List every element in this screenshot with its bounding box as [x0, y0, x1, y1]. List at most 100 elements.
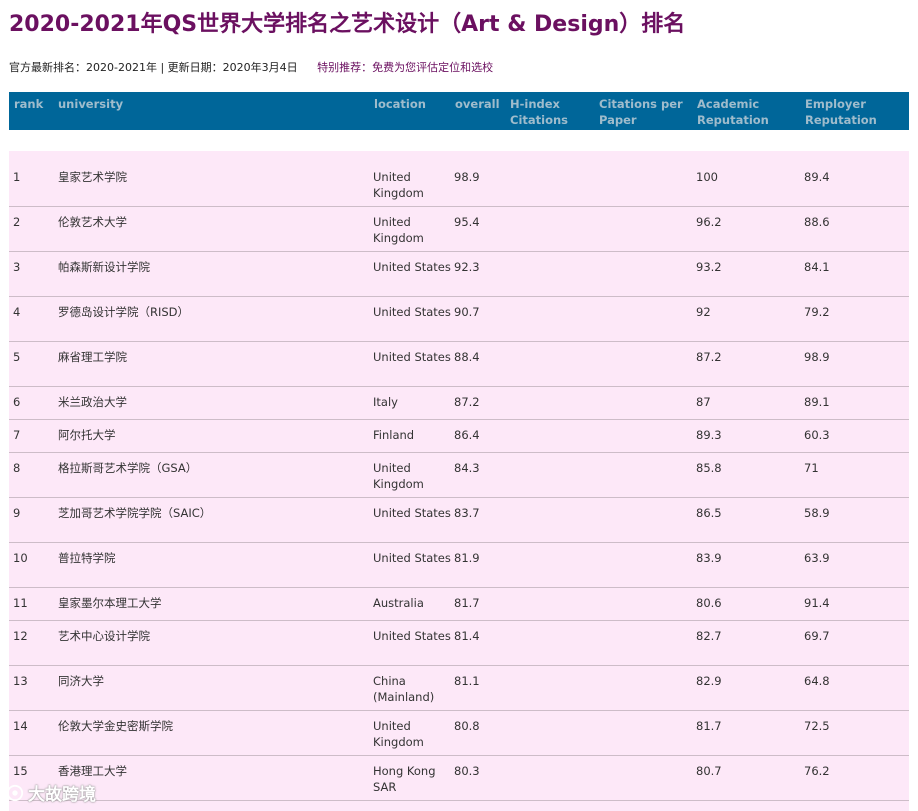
cell-overall: 80.3	[454, 764, 480, 778]
cell-university[interactable]: 芝加哥艺术学院学院（SAIC）	[58, 505, 211, 521]
cell-university[interactable]: 艺术中心设计学院	[58, 628, 150, 644]
cell-academic: 86.5	[696, 506, 722, 520]
cell-university[interactable]: 普拉特学院	[58, 550, 116, 566]
cell-location: Finland	[373, 428, 415, 442]
cell-rank: 6	[13, 395, 21, 409]
cell-location: United States	[373, 305, 451, 319]
cell-academic: 96.2	[696, 215, 722, 229]
cell-university[interactable]: 罗德岛设计学院（RISD）	[58, 304, 189, 320]
cell-rank: 12	[13, 629, 28, 643]
cell-location: United States	[373, 260, 451, 274]
cell-employer: 89.4	[804, 170, 830, 184]
cell-university[interactable]: 伦敦大学金史密斯学院	[58, 718, 173, 734]
cell-university[interactable]: 帕森斯新设计学院	[58, 259, 150, 275]
col-header-overall[interactable]: overall	[455, 96, 500, 112]
cell-university[interactable]: 伦敦艺术大学	[58, 214, 127, 230]
cell-university[interactable]: 皇家艺术学院	[58, 169, 127, 185]
cell-academic: 87.2	[696, 350, 722, 364]
cell-location: United States	[373, 350, 451, 364]
cell-university[interactable]: 同济大学	[58, 673, 104, 689]
cell-academic: 93.2	[696, 260, 722, 274]
cell-employer: 60.3	[804, 428, 830, 442]
cell-location: United States	[373, 506, 451, 520]
cell-overall: 92.3	[454, 260, 480, 274]
cell-rank: 10	[13, 551, 28, 565]
cell-overall: 81.4	[454, 629, 480, 643]
col-header-university[interactable]: university	[58, 96, 123, 112]
cell-rank: 1	[13, 170, 21, 184]
table-row: 11 皇家墨尔本理工大学 Australia 81.7 80.6 91.4	[9, 588, 909, 621]
cell-university[interactable]: 香港理工大学	[58, 763, 127, 779]
table-row: 12 艺术中心设计学院 United States 81.4 82.7 69.7	[9, 621, 909, 666]
cell-employer: 88.6	[804, 215, 830, 229]
col-header-location[interactable]: location	[374, 96, 426, 112]
cell-university[interactable]: 阿尔托大学	[58, 427, 116, 443]
cell-employer: 76.2	[804, 764, 830, 778]
cell-rank: 4	[13, 305, 21, 319]
cell-overall: 81.1	[454, 674, 480, 688]
watermark: 大故跨境	[6, 780, 96, 805]
cell-rank: 14	[13, 719, 28, 733]
cell-university[interactable]: 皇家墨尔本理工大学	[58, 595, 162, 611]
cell-employer: 58.9	[804, 506, 830, 520]
cell-academic: 80.6	[696, 596, 722, 610]
table-row: 7 阿尔托大学 Finland 86.4 89.3 60.3	[9, 420, 909, 453]
cell-employer: 63.9	[804, 551, 830, 565]
col-header-employer[interactable]: Employer Reputation	[805, 96, 885, 128]
cell-employer: 98.9	[804, 350, 830, 364]
table-row: 5 麻省理工学院 United States 88.4 87.2 98.9	[9, 342, 909, 387]
ranking-table-body: 1 皇家艺术学院 United Kingdom 98.9 100 89.4 2 伦敦艺术大学 U…	[9, 151, 909, 811]
recommend-link[interactable]: 特别推荐：免费为您评估定位和选校	[317, 61, 493, 74]
cell-location: Italy	[373, 395, 398, 409]
cell-academic: 80.7	[696, 764, 722, 778]
col-header-hindex[interactable]: H-index Citations	[510, 96, 580, 128]
cell-overall: 87.2	[454, 395, 480, 409]
watermark-logo-icon	[6, 784, 24, 801]
table-row: 13 同济大学 China (Mainland) 81.1 82.9 64.8	[9, 666, 909, 711]
cell-location: United States	[373, 551, 451, 565]
table-row: 2 伦敦艺术大学 United Kingdom 95.4 96.2 88.6	[9, 207, 909, 252]
cell-university[interactable]: 麻省理工学院	[58, 349, 127, 365]
table-row: 15 香港理工大学 Hong Kong SAR 80.3 80.7 76.2	[9, 756, 909, 801]
cell-location: United Kingdom	[373, 215, 424, 245]
cell-overall: 90.7	[454, 305, 480, 319]
cell-location: Australia	[373, 596, 424, 610]
cell-rank: 3	[13, 260, 21, 274]
col-header-rank[interactable]: rank	[14, 96, 43, 112]
table-row: 1 皇家艺术学院 United Kingdom 98.9 100 89.4	[9, 151, 909, 207]
cell-location: United Kingdom	[373, 461, 424, 491]
cell-academic: 92	[696, 305, 711, 319]
cell-academic: 100	[696, 170, 718, 184]
cell-university[interactable]: 格拉斯哥艺术学院（GSA）	[58, 460, 197, 476]
table-row: 3 帕森斯新设计学院 United States 92.3 93.2 84.1	[9, 252, 909, 297]
cell-employer: 89.1	[804, 395, 830, 409]
col-header-academic[interactable]: Academic Reputation	[697, 96, 777, 128]
cell-university[interactable]: 米兰政治大学	[58, 394, 127, 410]
cell-academic: 82.9	[696, 674, 722, 688]
cell-rank: 11	[13, 596, 28, 610]
cell-overall: 98.9	[454, 170, 480, 184]
cell-overall: 81.9	[454, 551, 480, 565]
cell-overall: 80.8	[454, 719, 480, 733]
cell-employer: 72.5	[804, 719, 830, 733]
cell-rank: 5	[13, 350, 21, 364]
col-header-citations[interactable]: Citations per Paper	[599, 96, 689, 128]
watermark-text: 大故跨境	[28, 785, 96, 805]
cell-employer: 79.2	[804, 305, 830, 319]
table-row: 9 芝加哥艺术学院学院（SAIC） United States 83.7 86.5 58.…	[9, 498, 909, 543]
cell-overall: 95.4	[454, 215, 480, 229]
meta-line: 官方最新排名：2020-2021年 | 更新日期：2020年3月4日 特别推荐：…	[9, 59, 493, 75]
cell-rank: 9	[13, 506, 21, 520]
cell-overall: 83.7	[454, 506, 480, 520]
cell-rank: 2	[13, 215, 21, 229]
cell-location: United Kingdom	[373, 719, 424, 749]
table-row: 14 伦敦大学金史密斯学院 United Kingdom 80.8 81.7 72.5	[9, 711, 909, 756]
cell-rank: 8	[13, 461, 21, 475]
cell-rank: 7	[13, 428, 21, 442]
cell-location: Hong Kong SAR	[373, 764, 436, 794]
cell-location: United Kingdom	[373, 170, 424, 200]
cell-employer: 69.7	[804, 629, 830, 643]
cell-overall: 84.3	[454, 461, 480, 475]
cell-employer: 91.4	[804, 596, 830, 610]
cell-overall: 81.7	[454, 596, 480, 610]
